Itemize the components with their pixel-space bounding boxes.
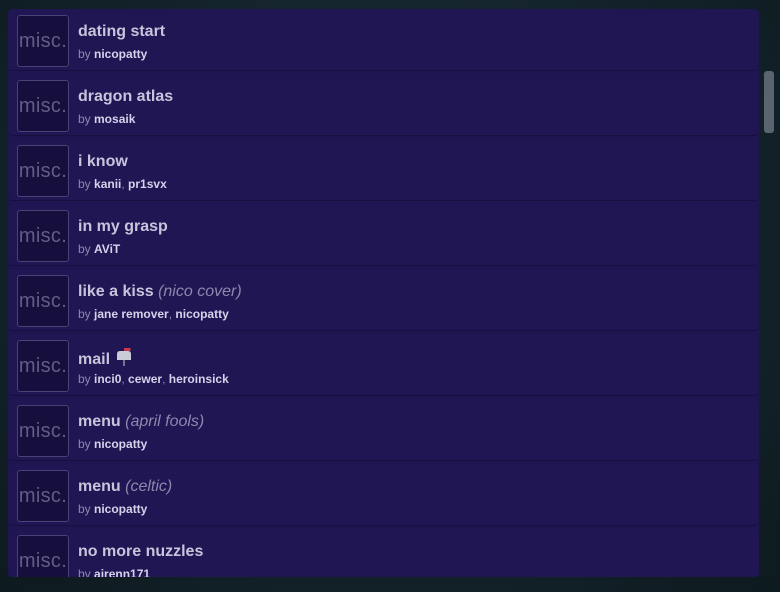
item-byline: by kanii, pr1svx <box>78 177 167 191</box>
artist-link[interactable]: pr1svx <box>128 177 167 191</box>
item-byline: by airenn171 <box>78 567 150 577</box>
item-title-text: dragon atlas <box>78 88 174 105</box>
item-byline: by nicopatty <box>78 502 147 516</box>
thumbnail: misc. <box>17 15 69 67</box>
artist-link[interactable]: heroinsick <box>169 372 229 386</box>
item-title-text: like a kiss <box>78 283 154 300</box>
thumbnail: misc. <box>17 80 69 132</box>
item-title: like a kiss (nico cover) <box>78 283 242 301</box>
item-title-text: dating start <box>78 23 166 40</box>
item-subtitle: (nico cover) <box>158 283 242 300</box>
thumbnail: misc. <box>17 470 69 522</box>
item-title-text: in my grasp <box>78 218 168 235</box>
by-label: by <box>78 307 95 321</box>
artist-link[interactable]: nicopatty <box>94 47 147 61</box>
item-title: dragon atlas <box>78 88 173 106</box>
artist-link[interactable]: nicopatty <box>94 502 147 516</box>
item-title-text: menu <box>78 478 121 495</box>
item-title: menu (april fools) <box>78 413 204 431</box>
list-item[interactable]: misc. like a kiss (nico cover) by jane rem… <box>9 269 758 331</box>
artist-link[interactable]: kanii <box>94 177 121 191</box>
artist-link[interactable]: mosaik <box>94 112 135 126</box>
item-byline: by AViT <box>78 242 120 256</box>
item-byline: by inci0, cewer, heroinsick <box>78 372 229 386</box>
by-label: by <box>78 437 95 451</box>
artist-link[interactable]: nicopatty <box>175 307 228 321</box>
item-title-text: no more nuzzles <box>78 543 204 560</box>
item-byline: by jane remover, nicopatty <box>78 307 229 321</box>
by-label: by <box>78 112 95 126</box>
list-item[interactable]: misc. no more nuzzles by airenn171 <box>9 529 758 577</box>
thumbnail: misc. <box>17 210 69 262</box>
by-label: by <box>78 502 95 516</box>
mailbox-icon <box>114 348 134 371</box>
item-title: dating start <box>78 23 165 41</box>
item-byline: by nicopatty <box>78 47 147 61</box>
item-title: in my grasp <box>78 218 168 236</box>
by-label: by <box>78 177 95 191</box>
list-item[interactable]: misc. i know by kanii, pr1svx <box>9 139 758 201</box>
item-subtitle: (april fools) <box>125 413 205 430</box>
item-title-text: i know <box>78 153 128 170</box>
scrollbar-thumb[interactable] <box>764 71 774 133</box>
artist-link[interactable]: nicopatty <box>94 437 147 451</box>
list-item[interactable]: misc. dating start by nicopatty <box>9 9 758 71</box>
list-item[interactable]: misc. dragon atlas by mosaik <box>9 74 758 136</box>
item-title: no more nuzzles <box>78 543 203 561</box>
list-item[interactable]: misc. menu (april fools) by nicopatty <box>9 399 758 461</box>
item-subtitle: (celtic) <box>125 478 173 495</box>
by-label: by <box>78 47 95 61</box>
thumbnail: misc. <box>17 145 69 197</box>
artist-link[interactable]: airenn171 <box>94 567 150 577</box>
by-label: by <box>78 242 95 256</box>
artist-link[interactable]: cewer <box>128 372 162 386</box>
artist-link[interactable]: AViT <box>94 242 120 256</box>
item-byline: by nicopatty <box>78 437 147 451</box>
list-item[interactable]: misc. mail by inci0, cewer, heroinsick <box>9 334 758 396</box>
item-title: i know <box>78 153 128 171</box>
song-list: misc. dating start by nicopatty misc. dragon… <box>8 9 759 577</box>
by-label: by <box>78 372 95 386</box>
artist-link[interactable]: jane remover <box>94 307 169 321</box>
thumbnail: misc. <box>17 405 69 457</box>
item-byline: by mosaik <box>78 112 135 126</box>
item-title-text: mail <box>78 351 111 368</box>
item-title: menu (celtic) <box>78 478 172 496</box>
item-title-text: menu <box>78 413 121 430</box>
list-item[interactable]: misc. in my grasp by AViT <box>9 204 758 266</box>
scrollbar[interactable] <box>764 9 776 577</box>
thumbnail: misc. <box>17 535 69 577</box>
thumbnail: misc. <box>17 340 69 392</box>
list-item[interactable]: misc. menu (celtic) by nicopatty <box>9 464 758 526</box>
artist-link[interactable]: inci0 <box>94 372 121 386</box>
thumbnail: misc. <box>17 275 69 327</box>
by-label: by <box>78 567 95 577</box>
item-title: mail <box>78 348 134 371</box>
